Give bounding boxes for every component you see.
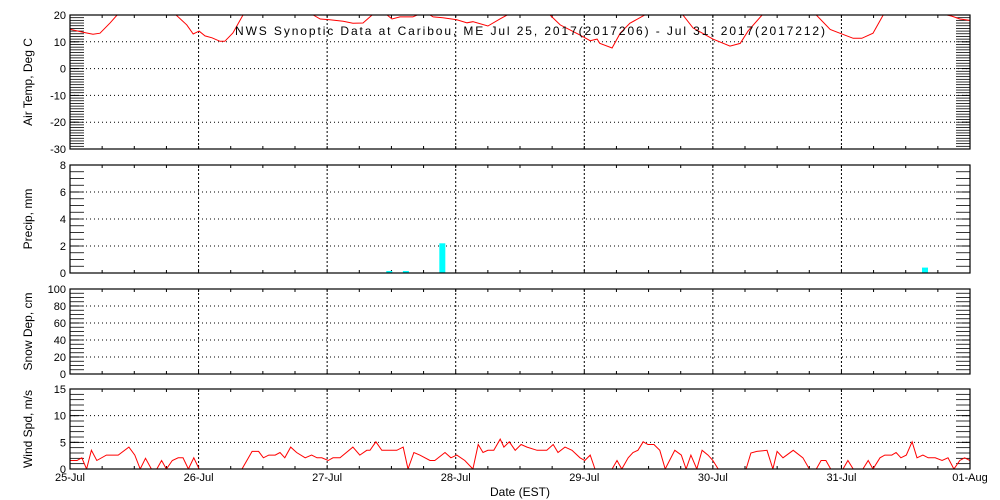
- y-tick-label: 60: [54, 318, 66, 330]
- series-group: [386, 243, 928, 273]
- y-tick-label: 8: [60, 160, 66, 172]
- series-group: [70, 438, 970, 469]
- x-tick-label: 27-Jul: [312, 472, 342, 484]
- y-tick-label: 0: [60, 64, 66, 76]
- y-tick-label: -10: [50, 90, 66, 102]
- y-axis-title: Air Temp, Deg C: [21, 38, 35, 126]
- panel-2: 0 2 4 6 8 Precip, mm: [21, 160, 971, 280]
- y-tick-label: 2: [60, 241, 66, 253]
- y-tick-label: 80: [54, 301, 66, 313]
- y-tick-label: -30: [50, 144, 66, 156]
- wind-speed-line: [70, 438, 970, 469]
- panel-frame: [69, 288, 971, 375]
- y-tick-label: 20: [54, 10, 66, 22]
- x-tick-label: 30-Jul: [698, 472, 728, 484]
- x-tick-label: 31-Jul: [826, 472, 856, 484]
- chart-svg: -30 -20 -10 0 10 20 Air Temp, Deg C 0 2 4 6 8 Precip…: [21, 10, 988, 499]
- x-tick-label: 28-Jul: [441, 472, 471, 484]
- y-tick-label: 4: [60, 214, 66, 226]
- y-axis-title: Snow Dep, cm: [21, 292, 35, 370]
- y-tick-label: 20: [54, 352, 66, 364]
- panel-frame: [69, 388, 971, 470]
- y-tick-label: 10: [54, 411, 66, 423]
- x-axis-title: Date (EST): [490, 485, 550, 499]
- x-tick-label: 26-Jul: [184, 472, 214, 484]
- y-tick-label: 10: [54, 37, 66, 49]
- x-tick-label: 01-Aug: [952, 472, 987, 484]
- precip-bar: [922, 267, 928, 273]
- panel-4: 051015Wind Spd, m/s: [21, 384, 971, 476]
- y-tick-label: 0: [60, 369, 66, 381]
- y-axis-title: Wind Spd, m/s: [21, 390, 35, 468]
- x-tick-label: 25-Jul: [55, 472, 85, 484]
- y-tick-label: 5: [60, 437, 66, 449]
- precip-bar: [439, 243, 446, 273]
- y-tick-label: -20: [50, 117, 66, 129]
- panel-3: 0 20 40 60 80 100 Snow Dep, cm: [21, 284, 971, 381]
- weather-chart: -30 -20 -10 0 10 20 Air Temp, Deg C 0 2 4 6 8 Precip…: [0, 0, 1000, 500]
- y-tick-label: 40: [54, 335, 66, 347]
- chart-title: NWS Synoptic Data at Caribou, ME Jul 25,…: [235, 24, 825, 38]
- y-tick-label: 0: [60, 268, 66, 280]
- y-tick-label: 100: [48, 284, 66, 296]
- y-axis-title: Precip, mm: [21, 189, 35, 250]
- y-tick-label: 6: [60, 187, 66, 199]
- x-tick-label: 29-Jul: [569, 472, 599, 484]
- y-tick-label: 15: [54, 384, 66, 396]
